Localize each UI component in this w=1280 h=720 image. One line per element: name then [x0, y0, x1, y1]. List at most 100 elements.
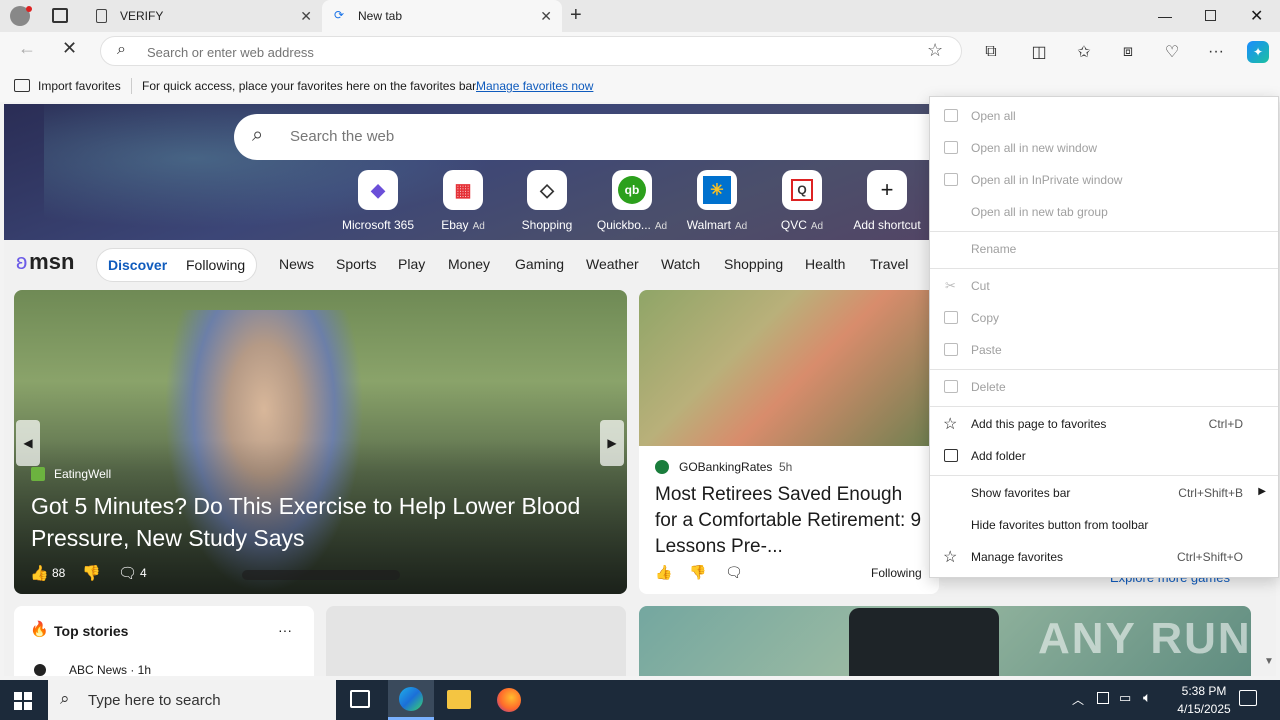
hero-headline[interactable]: Got 5 Minutes? Do This Exercise to Help … — [31, 490, 621, 554]
task-view-icon[interactable] — [350, 690, 370, 708]
menu-copy[interactable]: Copy — [930, 303, 1278, 333]
menu-rename[interactable]: Rename — [930, 234, 1278, 264]
dislike-icon[interactable]: 👎 — [689, 564, 706, 581]
minimize-button[interactable]: — — [1158, 8, 1172, 24]
nav-watch[interactable]: Watch — [661, 256, 700, 272]
clock-date[interactable]: 4/15/2025 — [1170, 702, 1238, 716]
tab-actions-icon[interactable] — [52, 8, 68, 23]
close-tab-icon[interactable]: ✕ — [540, 8, 552, 25]
menu-open-all[interactable]: Open all — [930, 101, 1278, 131]
quicklink-label: QVC — [780, 218, 807, 232]
quicklink-walmart[interactable]: ✳ Walmart Ad — [677, 170, 757, 232]
like-icon[interactable]: 👍 — [30, 564, 49, 582]
favorites-context-menu: Open all Open all in new window Open all… — [929, 96, 1279, 578]
address-bar[interactable]: ⌕ ☆ — [100, 36, 962, 66]
prev-arrow-button[interactable]: ◀ — [16, 420, 40, 466]
taskbar-search[interactable]: ⌕ Type here to search — [48, 680, 336, 720]
quicklink-quickbooks[interactable]: qb Quickbo... Ad — [592, 170, 672, 232]
notifications-icon[interactable] — [1239, 690, 1257, 706]
nav-play[interactable]: Play — [398, 256, 425, 272]
extensions-icon[interactable]: ⧉ — [980, 41, 1002, 63]
side-story-card[interactable]: GOBankingRates 5h Most Retirees Saved En… — [639, 290, 939, 594]
browser-essentials-icon[interactable]: ♡ — [1161, 41, 1183, 63]
back-button[interactable]: ← — [18, 38, 36, 59]
quicklink-ebay[interactable]: ▦ Ebay Ad — [423, 170, 503, 232]
tab-new-tab[interactable]: ⟳ New tab ✕ — [322, 0, 562, 32]
nav-sports[interactable]: Sports — [336, 256, 376, 272]
source-logo-icon — [31, 467, 45, 481]
side-headline[interactable]: Most Retirees Saved Enough for a Comfort… — [655, 482, 923, 560]
clock-time[interactable]: 5:38 PM — [1174, 684, 1234, 698]
close-window-button[interactable]: ✕ — [1250, 6, 1263, 26]
loading-icon: ⟳ — [334, 8, 345, 22]
menu-manage-favorites[interactable]: ☆ Manage favorites Ctrl+Shift+O — [930, 542, 1278, 572]
quicklink-add-shortcut[interactable]: + Add shortcut — [847, 170, 927, 232]
quicklink-qvc[interactable]: Q QVC Ad — [762, 170, 842, 232]
address-input[interactable] — [147, 43, 907, 61]
paste-icon — [944, 343, 958, 356]
wifi-icon[interactable]: ▭ — [1119, 690, 1131, 706]
import-favorites-button[interactable]: Import favorites — [38, 79, 121, 93]
comment-icon[interactable]: 🗨 — [118, 564, 137, 582]
file-explorer-icon[interactable] — [447, 690, 471, 709]
tag-icon: ◇ — [527, 170, 567, 210]
folder-icon — [944, 109, 958, 122]
following-badge[interactable]: Following — [871, 566, 922, 580]
search-icon: ⌕ — [60, 689, 70, 708]
tray-chevron-icon[interactable]: ︿ — [1072, 691, 1084, 708]
web-search-box[interactable]: ⌕ Search the web — [234, 114, 954, 160]
msn-logo[interactable]: ʚ msn — [16, 249, 74, 275]
network-icon[interactable] — [1097, 692, 1109, 704]
menu-add-page-to-favorites[interactable]: ☆ Add this page to favorites Ctrl+D — [930, 409, 1278, 439]
comment-icon[interactable]: 🗨 — [725, 564, 743, 581]
quicklink-shopping[interactable]: ◇ Shopping — [507, 170, 587, 232]
menu-add-folder[interactable]: Add folder — [930, 441, 1278, 471]
quicklink-microsoft365[interactable]: ◆ Microsoft 365 — [338, 170, 418, 232]
scroll-down-arrow[interactable]: ▼ — [1264, 656, 1274, 667]
collections-icon[interactable]: ⧈ — [1117, 41, 1139, 63]
ad-label: Ad — [472, 221, 485, 232]
quicklink-label: Microsoft 365 — [341, 218, 415, 232]
menu-paste[interactable]: Paste — [930, 335, 1278, 365]
top-stories-title: Top stories — [54, 623, 129, 639]
tab-verify[interactable]: VERIFY ✕ — [84, 0, 322, 32]
tab-following[interactable]: Following — [186, 257, 245, 273]
stop-loading-button[interactable]: ✕ — [62, 38, 77, 59]
hero-story-card[interactable]: ◀ ▶ EatingWell Got 5 Minutes? Do This Ex… — [14, 290, 627, 594]
menu-cut[interactable]: ✂ Cut — [930, 271, 1278, 301]
menu-separator — [930, 369, 1278, 370]
edge-taskbar-icon[interactable] — [388, 680, 434, 720]
manage-favorites-link[interactable]: Manage favorites now — [476, 79, 593, 93]
nav-weather[interactable]: Weather — [586, 256, 639, 272]
favorite-star-icon[interactable]: ☆ — [927, 40, 943, 61]
menu-hide-favorites-button[interactable]: Hide favorites button from toolbar — [930, 510, 1278, 540]
nav-travel[interactable]: Travel — [870, 256, 908, 272]
favorites-icon[interactable]: ✩ — [1073, 41, 1095, 63]
menu-open-all-new-window[interactable]: Open all in new window — [930, 133, 1278, 163]
menu-label: Delete — [971, 380, 1006, 394]
start-button[interactable] — [14, 692, 32, 710]
next-arrow-button[interactable]: ▶ — [600, 420, 624, 466]
nav-money[interactable]: Money — [448, 256, 490, 272]
like-icon[interactable]: 👍 — [655, 564, 672, 581]
firefox-icon[interactable] — [497, 688, 521, 712]
nav-shopping[interactable]: Shopping — [724, 256, 783, 272]
volume-icon[interactable]: 🔈︎ — [1143, 689, 1151, 706]
nav-health[interactable]: Health — [805, 256, 845, 272]
new-tab-button[interactable]: + — [570, 4, 582, 27]
close-tab-icon[interactable]: ✕ — [300, 8, 312, 25]
restore-button[interactable] — [1205, 10, 1216, 21]
split-screen-icon[interactable]: ◫ — [1028, 41, 1050, 63]
nav-news[interactable]: News — [279, 256, 314, 272]
settings-more-icon[interactable]: ··· — [1205, 41, 1227, 63]
menu-delete[interactable]: Delete — [930, 372, 1278, 402]
menu-open-all-inprivate[interactable]: Open all in InPrivate window — [930, 165, 1278, 195]
more-options-icon[interactable]: ··· — [278, 622, 292, 638]
tab-discover[interactable]: Discover — [108, 257, 167, 273]
menu-show-favorites-bar[interactable]: Show favorites bar Ctrl+Shift+B ▶ — [930, 478, 1278, 508]
nav-gaming[interactable]: Gaming — [515, 256, 564, 272]
menu-open-all-tab-group[interactable]: Open all in new tab group — [930, 197, 1278, 227]
copilot-icon[interactable]: ✦ — [1247, 41, 1269, 63]
dislike-icon[interactable]: 👎 — [82, 564, 101, 582]
carousel-indicator[interactable] — [242, 570, 400, 580]
